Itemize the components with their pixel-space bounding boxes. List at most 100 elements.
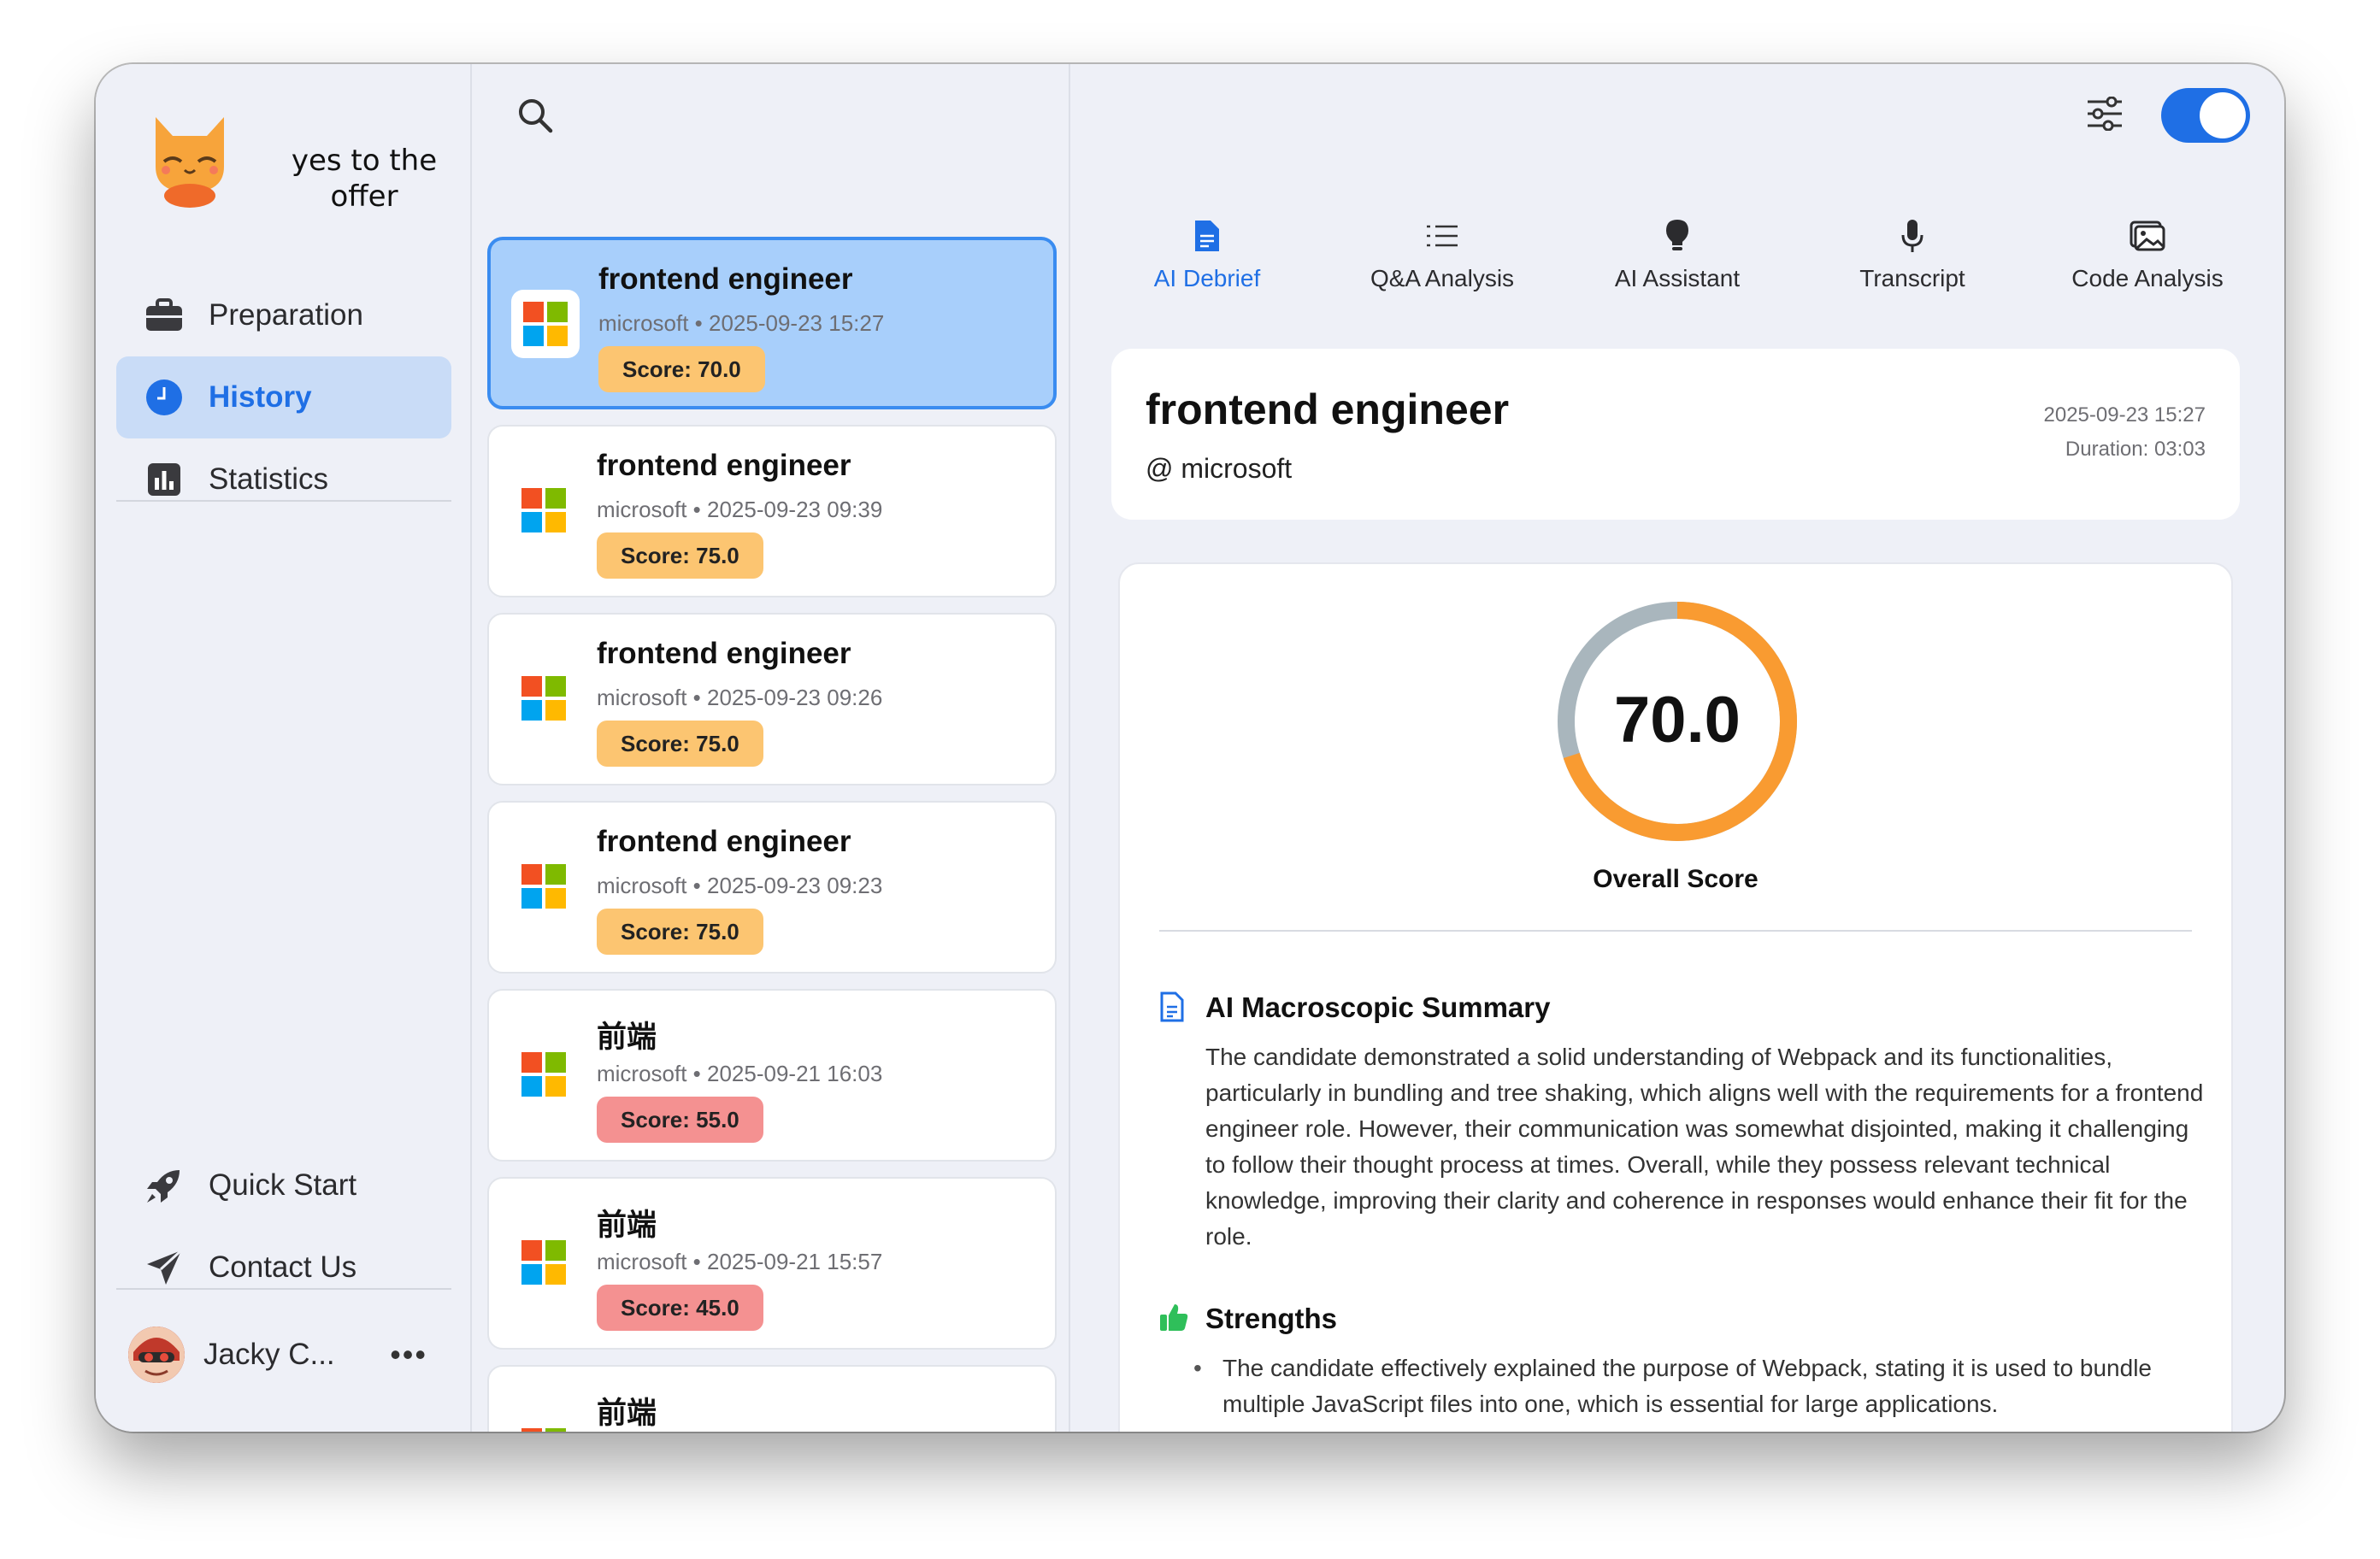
card-meta: microsoft • 2025-09-23 15:27	[598, 310, 885, 336]
bar-chart-icon	[144, 459, 185, 500]
card-title: 前端	[597, 1021, 657, 1054]
sidebar-divider-bottom	[116, 1288, 451, 1290]
strength-item: The candidate effectively explained the …	[1193, 1350, 2189, 1422]
clock-icon	[144, 377, 185, 418]
card-title: frontend engineer	[597, 449, 851, 482]
card-title: frontend engineer	[597, 637, 851, 670]
card-meta: microsoft • 2025-09-21 16:03	[597, 1061, 883, 1086]
history-card[interactable]: frontend engineer microsoft • 2025-09-23 …	[487, 613, 1057, 785]
app-window: yes to the offer Preparation History Sta…	[96, 64, 2284, 1432]
card-title: 前端	[597, 1397, 657, 1430]
avatar	[128, 1327, 185, 1383]
tab-ai-assistant[interactable]: AI Assistant	[1575, 214, 1780, 299]
toggle-switch[interactable]	[2161, 88, 2250, 143]
user-profile[interactable]: Jacky C... •••	[128, 1321, 453, 1389]
sidebar-item-label: Preparation	[209, 298, 363, 332]
company-logo	[510, 664, 578, 732]
history-card[interactable]: frontend engineer microsoft • 2025-09-23 …	[487, 237, 1057, 409]
search-icon[interactable]	[516, 97, 554, 138]
interview-title: frontend engineer	[1146, 385, 1510, 433]
history-card[interactable]: 前端 microsoft • 2025-09-21 15:57 Score: 45.…	[487, 1177, 1057, 1350]
microphone-icon	[1900, 214, 1924, 258]
history-card[interactable]: 前端microsoft • 2025-09-21 12:03Score: 45.…	[487, 1365, 1057, 1432]
images-icon	[2130, 214, 2165, 258]
paper-plane-icon	[144, 1247, 185, 1288]
history-card[interactable]: frontend engineer microsoft • 2025-09-23 …	[487, 425, 1057, 597]
tab-label: Code Analysis	[2071, 265, 2224, 291]
sidebar-item-preparation[interactable]: Preparation	[116, 274, 451, 356]
sidebar-item-label: History	[209, 380, 312, 414]
company-logo	[510, 1416, 578, 1432]
history-card[interactable]: 前端 microsoft • 2025-09-21 16:03 Score: 55.…	[487, 989, 1057, 1162]
detail-tabs: AI Debrief Q&A Analysis AI Assistant Tra…	[1105, 214, 2250, 299]
sidebar-item-statistics[interactable]: Statistics	[116, 438, 451, 521]
card-title: frontend engineer	[598, 262, 853, 296]
card-meta: microsoft • 2025-09-23 09:39	[597, 497, 883, 522]
sidebar-item-quick-start[interactable]: Quick Start	[116, 1144, 451, 1227]
overall-score-value: 70.0	[1614, 684, 1741, 756]
score-badge: Score: 70.0	[598, 346, 765, 392]
microsoft-logo-icon	[521, 1052, 566, 1097]
summary-document-icon	[1159, 991, 1185, 1027]
interview-date: 2025-09-23 15:27	[2043, 403, 2206, 427]
sidebar: yes to the offer Preparation History Sta…	[96, 64, 472, 1432]
interview-company: @ microsoft	[1146, 453, 1293, 484]
summary-text: The candidate demonstrated a solid under…	[1205, 1044, 2204, 1250]
tab-label: AI Debrief	[1153, 265, 1261, 291]
thumbs-up-icon	[1159, 1303, 1188, 1336]
tab-label: AI Assistant	[1614, 265, 1741, 291]
sidebar-item-contact-us[interactable]: Contact Us	[116, 1227, 451, 1309]
tab-qa-analysis[interactable]: Q&A Analysis	[1340, 214, 1545, 299]
history-list-panel: frontend engineer microsoft • 2025-09-23 …	[472, 64, 1070, 1432]
tab-label: Q&A Analysis	[1370, 265, 1515, 291]
rocket-icon	[144, 1165, 185, 1206]
more-options-icon[interactable]: •••	[390, 1337, 427, 1373]
debrief-report: 70.0 Overall Score AI Macroscopic Summar…	[1118, 562, 2233, 1432]
tab-transcript[interactable]: Transcript	[1810, 214, 2015, 299]
sliders-icon[interactable]	[2086, 96, 2124, 135]
cat-logo-icon	[156, 117, 224, 208]
card-title: frontend engineer	[597, 825, 851, 858]
toggle-knob	[2200, 92, 2246, 138]
sidebar-item-label: Contact Us	[209, 1250, 357, 1284]
history-card[interactable]: frontend engineer microsoft • 2025-09-23 …	[487, 801, 1057, 974]
microsoft-logo-icon	[521, 676, 566, 721]
top-controls	[2086, 88, 2250, 143]
briefcase-icon	[144, 295, 185, 336]
tab-label: Transcript	[1859, 265, 1965, 291]
strengths-title: Strengths	[1205, 1303, 1338, 1334]
overall-score-gauge: 70.0	[1558, 602, 1797, 841]
sidebar-divider	[116, 500, 451, 502]
card-meta: microsoft • 2025-09-23 09:23	[597, 873, 883, 898]
tab-code-analysis[interactable]: Code Analysis	[2045, 214, 2250, 299]
sidebar-item-label: Statistics	[209, 462, 329, 496]
sidebar-item-history[interactable]: History	[116, 356, 451, 438]
logo-text-line2: offer	[330, 179, 398, 214]
score-badge: Score: 55.0	[597, 1097, 763, 1143]
sidebar-item-label: Quick Start	[209, 1168, 357, 1202]
score-badge: Score: 75.0	[597, 532, 763, 579]
company-logo	[510, 852, 578, 921]
score-badge: Score: 75.0	[597, 721, 763, 767]
interview-header-card: frontend engineer @ microsoft 2025-09-23…	[1111, 349, 2240, 520]
card-meta: microsoft • 2025-09-23 09:26	[597, 685, 883, 710]
microsoft-logo-icon	[523, 302, 568, 346]
user-name: Jacky C...	[203, 1338, 335, 1371]
company-logo	[510, 1228, 578, 1297]
tab-ai-debrief[interactable]: AI Debrief	[1105, 214, 1310, 299]
logo-text: yes to the offer	[279, 143, 450, 215]
score-badge: Score: 75.0	[597, 909, 763, 955]
company-logo	[510, 476, 578, 544]
card-meta: microsoft • 2025-09-21 15:57	[597, 1249, 883, 1274]
app-logo: yes to the offer	[142, 98, 450, 226]
company-logo	[511, 290, 580, 358]
list-icon	[1425, 214, 1459, 258]
card-title: 前端	[597, 1209, 657, 1242]
detail-pane: AI Debrief Q&A Analysis AI Assistant Tra…	[1070, 64, 2284, 1432]
report-divider	[1159, 930, 2192, 932]
microsoft-logo-icon	[521, 864, 566, 909]
lightbulb-icon	[1664, 214, 1690, 258]
logo-text-line1: yes to the	[291, 144, 438, 178]
score-badge: Score: 45.0	[597, 1285, 763, 1331]
summary-title: AI Macroscopic Summary	[1205, 991, 1551, 1023]
